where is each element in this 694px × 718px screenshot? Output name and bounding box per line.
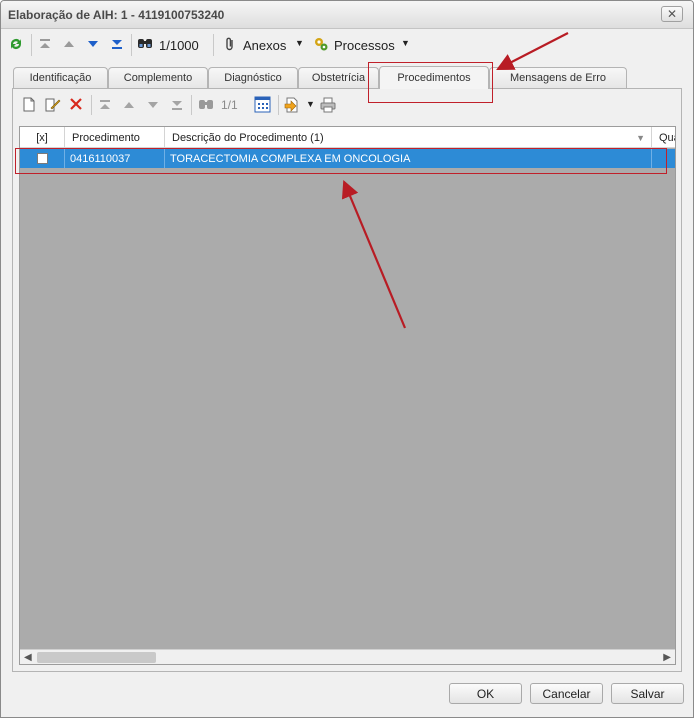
sort-arrow-icon[interactable]: ▼ <box>636 133 645 143</box>
first-record-icon[interactable] <box>38 37 52 51</box>
scrollbar-thumb[interactable] <box>37 652 156 663</box>
grid-first-icon[interactable] <box>98 98 112 112</box>
next-record-icon[interactable] <box>86 37 100 51</box>
grid-last-icon[interactable] <box>170 98 184 112</box>
delete-icon[interactable] <box>69 97 83 111</box>
tab-diagnostico[interactable]: Diagnóstico <box>208 67 298 88</box>
procedures-panel: 1/1 ▼ [x] Procedimento Descrição do Proc… <box>12 88 682 672</box>
tab-strip: Identificação Complemento Diagnóstico Ob… <box>1 66 693 89</box>
tab-obstetricia[interactable]: Obstetrícia <box>298 67 379 88</box>
column-header-description-label: Descrição do Procedimento (1) <box>172 131 324 144</box>
tab-procedimentos[interactable]: Procedimentos <box>379 66 489 89</box>
grid-record-counter: 1/1 <box>221 98 238 112</box>
main-toolbar: 1/1000 Anexos ▼ Processos ▼ <box>1 30 693 60</box>
record-counter: 1/1000 <box>159 37 199 53</box>
window-title: Elaboração de AIH: 1 - 4119100753240 <box>8 8 225 22</box>
procedure-code-cell: 0416110037 <box>65 149 165 168</box>
refresh-icon[interactable] <box>8 36 24 52</box>
column-header-procedure[interactable]: Procedimento <box>65 127 165 148</box>
row-checkbox[interactable] <box>36 153 48 164</box>
title-bar: Elaboração de AIH: 1 - 4119100753240 ✕ <box>1 1 693 29</box>
quantity-cell <box>652 149 675 168</box>
grid-layout-icon[interactable] <box>254 96 271 113</box>
ok-button[interactable]: OK <box>449 683 522 704</box>
grid-toolbar: 1/1 ▼ <box>13 89 681 119</box>
scroll-left-icon[interactable]: ◀ <box>24 650 32 664</box>
search-icon[interactable] <box>137 36 153 52</box>
horizontal-scrollbar[interactable]: ◀ ▶ <box>20 649 675 664</box>
column-header-quantity[interactable]: Qua <box>652 127 675 148</box>
print-icon[interactable] <box>320 97 336 113</box>
processes-dropdown-icon[interactable]: ▼ <box>401 38 410 48</box>
scroll-right-icon[interactable]: ▶ <box>663 650 671 664</box>
row-checkbox-cell <box>20 149 65 168</box>
tab-identificacao[interactable]: Identificação <box>13 67 108 88</box>
procedures-grid: [x] Procedimento Descrição do Procedimen… <box>19 126 676 665</box>
last-record-icon[interactable] <box>110 37 124 51</box>
export-dropdown-icon[interactable]: ▼ <box>306 99 315 109</box>
save-button[interactable]: Salvar <box>611 683 684 704</box>
gears-icon[interactable] <box>313 36 329 52</box>
tab-complemento[interactable]: Complemento <box>108 67 208 88</box>
export-icon[interactable] <box>284 97 300 113</box>
cancel-button[interactable]: Cancelar <box>530 683 603 704</box>
column-header-check[interactable]: [x] <box>20 127 65 148</box>
edit-icon[interactable] <box>45 97 61 112</box>
table-row[interactable]: 0416110037 TORACECTOMIA COMPLEXA EM ONCO… <box>20 149 675 168</box>
procedure-description-cell: TORACECTOMIA COMPLEXA EM ONCOLOGIA <box>165 149 652 168</box>
attachments-dropdown-icon[interactable]: ▼ <box>295 38 304 48</box>
grid-next-icon[interactable] <box>146 98 160 112</box>
grid-previous-icon[interactable] <box>122 98 136 112</box>
new-document-icon[interactable] <box>22 97 36 112</box>
grid-search-icon[interactable] <box>198 97 214 113</box>
close-button[interactable]: ✕ <box>661 6 683 22</box>
dialog-window: Elaboração de AIH: 1 - 4119100753240 ✕ 1… <box>0 0 694 718</box>
processes-button[interactable]: Processos <box>334 36 395 54</box>
tab-mensagens-de-erro[interactable]: Mensagens de Erro <box>489 67 627 88</box>
paperclip-icon[interactable] <box>222 36 238 52</box>
grid-header: [x] Procedimento Descrição do Procedimen… <box>20 127 675 148</box>
previous-record-icon[interactable] <box>62 37 76 51</box>
column-header-description[interactable]: Descrição do Procedimento (1) ▼ <box>165 127 652 148</box>
attachments-button[interactable]: Anexos <box>243 36 286 54</box>
